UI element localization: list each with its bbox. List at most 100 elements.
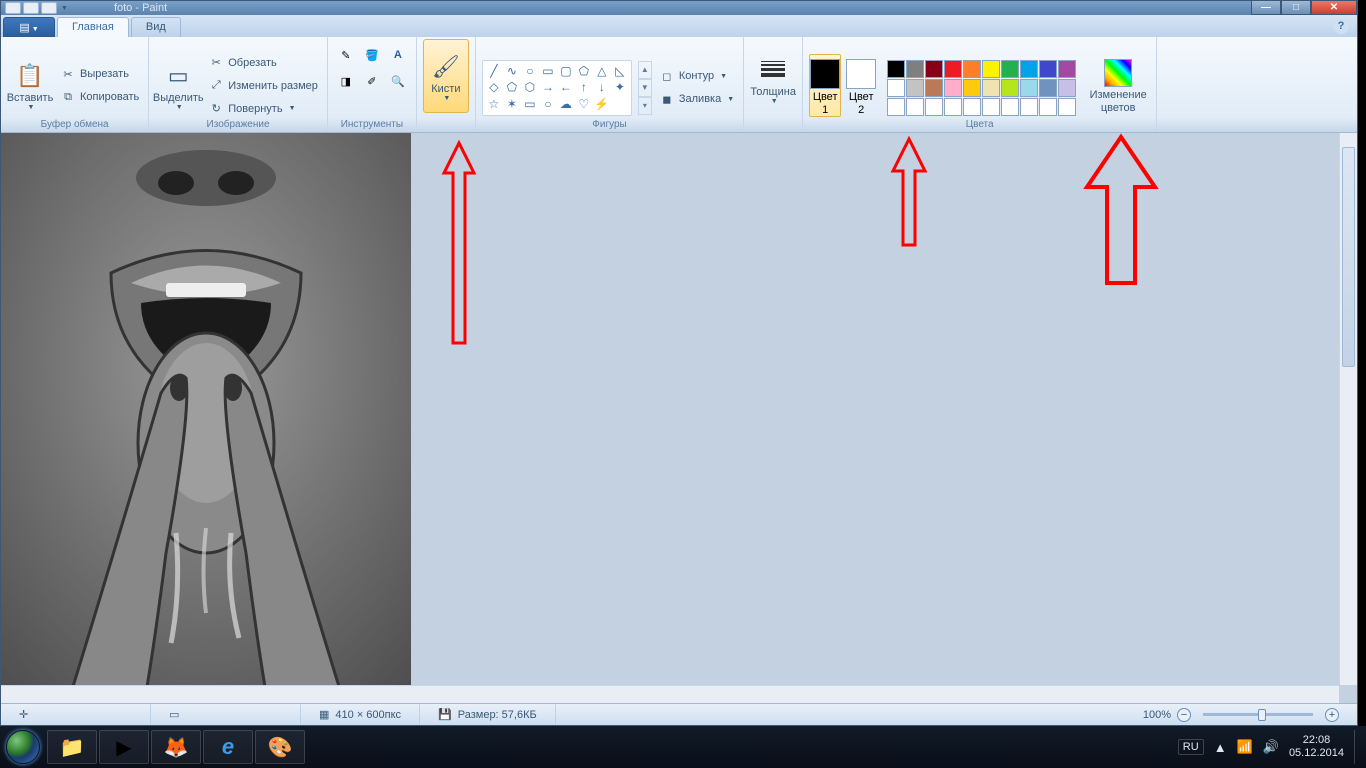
crop-button[interactable]: ✂Обрезать: [205, 52, 280, 74]
color-swatch-empty[interactable]: [963, 98, 981, 116]
shape-curve[interactable]: ∿: [503, 63, 521, 80]
color1-button[interactable]: Цвет 1: [809, 54, 841, 116]
shape-arrowr[interactable]: →: [539, 79, 557, 96]
shape-more[interactable]: [611, 96, 629, 113]
color-swatch[interactable]: [1020, 60, 1038, 78]
text-tool[interactable]: A: [386, 43, 410, 67]
tab-view[interactable]: Вид: [131, 17, 181, 37]
picker-tool[interactable]: ✐: [360, 69, 384, 93]
color-swatch[interactable]: [887, 60, 905, 78]
help-icon[interactable]: ?: [1333, 18, 1349, 34]
scrollbar-thumb[interactable]: [1342, 147, 1355, 367]
zoom-slider[interactable]: [1203, 713, 1313, 716]
shape-pent[interactable]: ⬠: [503, 79, 521, 96]
paste-button[interactable]: 📋 Вставить ▼: [7, 49, 53, 123]
color-swatch[interactable]: [887, 79, 905, 97]
shape-arrowu[interactable]: ↑: [575, 79, 593, 96]
cut-button[interactable]: ✂Вырезать: [57, 63, 132, 85]
color-swatch-empty[interactable]: [1001, 98, 1019, 116]
shape-rect[interactable]: ▭: [539, 63, 557, 80]
shape-arrowd[interactable]: ↓: [593, 79, 611, 96]
color-swatch-empty[interactable]: [887, 98, 905, 116]
rotate-button[interactable]: ↻Повернуть▼: [205, 98, 298, 120]
shape-roundrect[interactable]: ▢: [557, 63, 575, 80]
tab-home[interactable]: Главная: [57, 17, 129, 37]
color-swatch-empty[interactable]: [944, 98, 962, 116]
shape-diamond[interactable]: ◇: [485, 79, 503, 96]
tray-flag-icon[interactable]: ▲: [1214, 740, 1227, 755]
tray-volume-icon[interactable]: 🔊: [1263, 739, 1279, 755]
size-button[interactable]: Толщина ▼: [750, 39, 796, 113]
pencil-tool[interactable]: ✎: [334, 43, 358, 67]
shape-tri[interactable]: △: [593, 63, 611, 80]
color-swatch[interactable]: [1020, 79, 1038, 97]
shape-star4[interactable]: ✦: [611, 79, 629, 96]
color-swatch-empty[interactable]: [982, 98, 1000, 116]
brushes-button[interactable]: 🖌 Кисти ▼: [423, 39, 469, 113]
qat-undo-button[interactable]: [23, 2, 39, 14]
shape-callrect[interactable]: ▭: [521, 96, 539, 113]
canvas[interactable]: [1, 133, 411, 703]
scrollbar-horizontal[interactable]: [1, 685, 1339, 703]
color-swatch[interactable]: [963, 79, 981, 97]
color-swatch[interactable]: [963, 60, 981, 78]
color-swatch[interactable]: [906, 79, 924, 97]
color-swatch[interactable]: [1058, 60, 1076, 78]
zoom-out-button[interactable]: −: [1177, 708, 1191, 722]
color-swatch[interactable]: [1058, 79, 1076, 97]
qat-dropdown-icon[interactable]: ▼: [61, 5, 68, 12]
copy-button[interactable]: ⧉Копировать: [57, 86, 142, 108]
color-swatch[interactable]: [925, 60, 943, 78]
color-swatch[interactable]: [1039, 60, 1057, 78]
fill-button[interactable]: ◼Заливка▼: [656, 88, 737, 110]
color-swatch-empty[interactable]: [906, 98, 924, 116]
shape-poly[interactable]: ⬠: [575, 63, 593, 80]
outline-button[interactable]: ◻Контур▼: [656, 65, 730, 87]
color-swatch-empty[interactable]: [925, 98, 943, 116]
color-swatch[interactable]: [982, 60, 1000, 78]
taskbar-ie[interactable]: e: [203, 730, 253, 764]
qat-redo-button[interactable]: [41, 2, 57, 14]
qat-save-button[interactable]: [5, 2, 21, 14]
shape-star6[interactable]: ✶: [503, 96, 521, 113]
eraser-tool[interactable]: ◨: [334, 69, 358, 93]
tray-network-icon[interactable]: 📶: [1237, 739, 1253, 755]
taskbar-firefox[interactable]: 🦊: [151, 730, 201, 764]
shape-hex[interactable]: ⬡: [521, 79, 539, 96]
color-swatch-empty[interactable]: [1020, 98, 1038, 116]
color-swatch[interactable]: [1001, 60, 1019, 78]
taskbar-explorer[interactable]: 📁: [47, 730, 97, 764]
zoom-in-button[interactable]: +: [1325, 708, 1339, 722]
edit-colors-button[interactable]: Изменение цветов: [1086, 49, 1150, 123]
color-swatch[interactable]: [1039, 79, 1057, 97]
color2-button[interactable]: Цвет 2: [845, 54, 877, 116]
file-tab[interactable]: ▤▼: [3, 17, 55, 37]
resize-button[interactable]: ⤢Изменить размер: [205, 75, 321, 97]
show-desktop-button[interactable]: [1354, 730, 1362, 764]
shapes-scroll-up[interactable]: ▲: [638, 61, 652, 79]
start-button[interactable]: [0, 726, 46, 768]
color-swatch[interactable]: [944, 60, 962, 78]
color-swatch[interactable]: [944, 79, 962, 97]
zoom-slider-thumb[interactable]: [1258, 709, 1266, 721]
shape-gallery[interactable]: ╱∿○▭▢⬠△◺ ◇⬠⬡→←↑↓✦ ☆✶▭○☁♡⚡: [482, 60, 632, 116]
color-swatch-empty[interactable]: [1058, 98, 1076, 116]
taskbar-paint[interactable]: 🎨: [255, 730, 305, 764]
shapes-expand[interactable]: ▾: [638, 97, 652, 115]
fill-tool[interactable]: 🪣: [360, 43, 384, 67]
shape-oval[interactable]: ○: [521, 63, 539, 80]
close-button[interactable]: ✕: [1311, 1, 1357, 15]
shape-heart[interactable]: ♡: [575, 96, 593, 113]
color-swatch[interactable]: [1001, 79, 1019, 97]
zoom-tool[interactable]: 🔍: [386, 69, 410, 93]
maximize-button[interactable]: □: [1281, 1, 1311, 15]
select-button[interactable]: ▭ Выделить ▼: [155, 49, 201, 123]
scrollbar-vertical[interactable]: [1339, 133, 1357, 685]
language-indicator[interactable]: RU: [1178, 739, 1204, 755]
shape-calloval[interactable]: ○: [539, 96, 557, 113]
shape-star5[interactable]: ☆: [485, 96, 503, 113]
color-swatch[interactable]: [982, 79, 1000, 97]
minimize-button[interactable]: —: [1251, 1, 1281, 15]
taskbar-mediaplayer[interactable]: ▶: [99, 730, 149, 764]
workspace[interactable]: [1, 133, 1357, 703]
